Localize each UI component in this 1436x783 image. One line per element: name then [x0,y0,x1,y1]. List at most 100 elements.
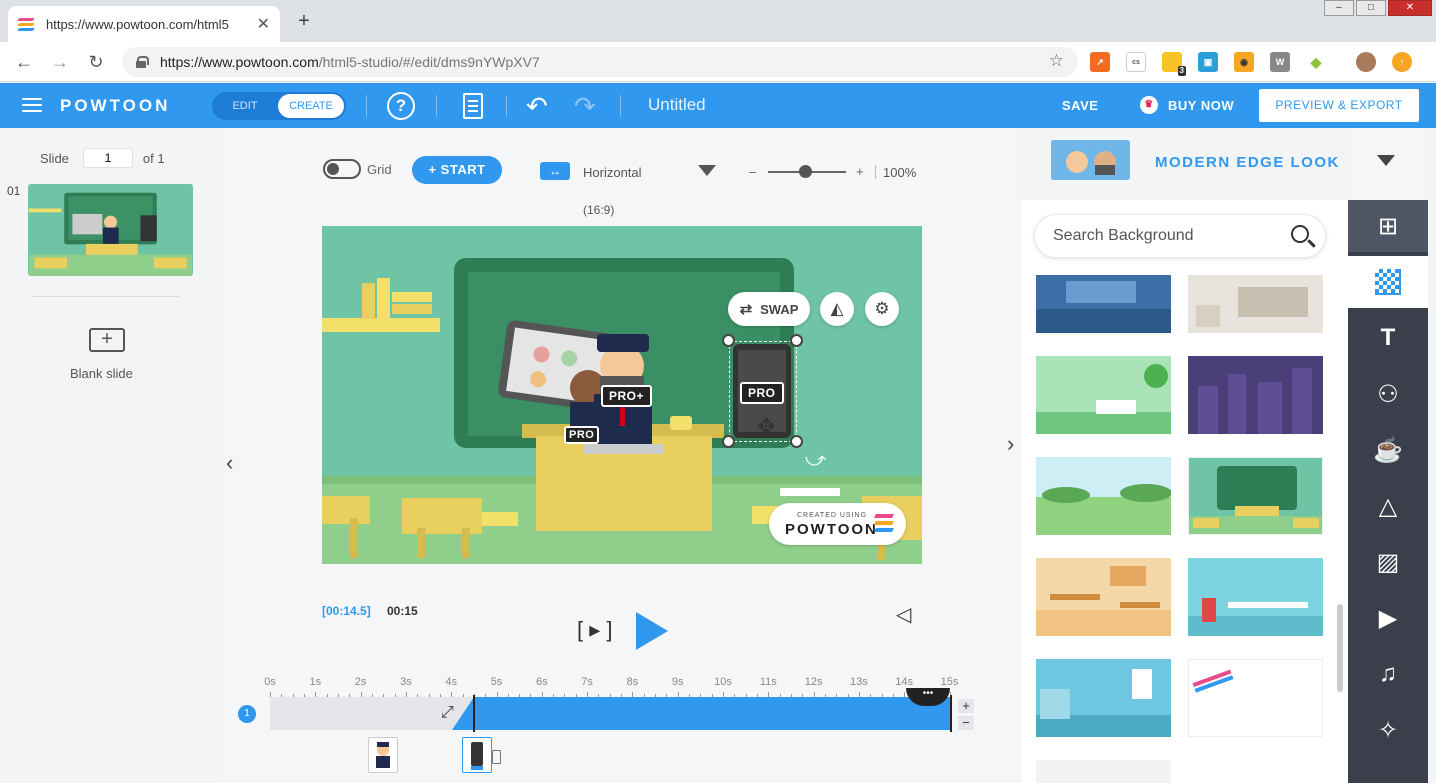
timeline-zoom-out-button[interactable]: − [958,716,974,730]
background-thumb[interactable] [1188,659,1323,737]
timeline-end-marker[interactable] [950,695,952,732]
mode-edit-button[interactable]: EDIT [212,92,278,120]
horizontal-orientation-icon[interactable]: ↔ [540,162,570,180]
music-icon[interactable]: ♫ [1348,648,1428,700]
timeline-zoom-in-button[interactable]: + [958,699,974,713]
special-effects-icon[interactable]: ✧ [1348,704,1428,756]
resize-handle-se[interactable] [790,435,803,448]
background-thumb[interactable] [1188,356,1323,434]
resize-handle-ne[interactable] [790,334,803,347]
slide-number-input[interactable] [82,148,133,168]
start-button[interactable]: + START [412,156,502,184]
document-title[interactable]: Untitled [648,95,706,115]
reload-icon[interactable]: ↻ [84,50,108,74]
grid-toggle[interactable] [323,159,361,179]
zoom-slider-handle[interactable] [799,165,812,178]
slide-thumbnail[interactable] [28,184,193,276]
timeline-tick-label: 1s [309,676,322,688]
preview-export-button[interactable]: PREVIEW & EXPORT [1259,89,1419,122]
new-tab-button[interactable]: + [292,10,316,34]
volume-icon[interactable]: ◁ [896,602,911,627]
mode-switch[interactable]: EDIT CREATE [212,92,346,120]
background-search[interactable] [1034,214,1326,258]
timeline-object-phone[interactable] [462,737,492,773]
resize-handle-nw[interactable] [722,334,735,347]
backgrounds-icon[interactable] [1348,256,1428,308]
images-icon[interactable]: ▨ [1348,536,1428,588]
expand-icon[interactable]: ⤢ [441,704,454,722]
timeline-tick-label: 5s [490,676,503,688]
text-icon[interactable]: T [1348,312,1428,364]
timeline-object-small[interactable] [492,750,501,764]
forward-icon[interactable]: → [48,50,72,74]
orientation-select[interactable]: Horizontal [583,165,642,180]
timeline-element-bar[interactable] [474,697,950,730]
characters-icon[interactable]: ⚇ [1348,368,1428,420]
background-thumb[interactable] [1036,356,1171,434]
mode-create-button[interactable]: CREATE [278,94,344,118]
collapse-right-arrow-icon[interactable]: › [1007,431,1014,457]
play-from-frame-icon[interactable]: [ ▸ ] [577,617,613,643]
browser-tab[interactable]: https://www.powtoon.com/html5 ✕ [8,6,280,42]
extension-note-icon[interactable]: 3 [1162,52,1186,76]
extension-w-icon[interactable]: W [1270,52,1290,72]
redo-icon[interactable]: ↷ [574,93,596,119]
buy-now-button[interactable]: ♛ BUY NOW [1140,96,1234,114]
extension-cs-icon[interactable]: cs [1126,52,1146,72]
extension-chart-icon[interactable]: ↗ [1090,52,1110,72]
extension-pin-icon[interactable]: ◆ [1306,52,1326,72]
minimize-button[interactable]: – [1324,0,1354,16]
shapes-icon[interactable]: △ [1348,480,1428,532]
save-button[interactable]: SAVE [1062,98,1098,113]
zoom-in-button[interactable]: + [856,164,864,179]
close-tab-icon[interactable]: ✕ [257,14,270,34]
help-icon[interactable]: ? [387,92,415,120]
background-thumb[interactable] [1036,457,1171,535]
chevron-down-icon[interactable] [698,165,716,176]
panel-scrollbar[interactable] [1337,604,1343,692]
pro-badge-partial: PRO [564,426,600,444]
play-icon[interactable] [636,612,668,650]
resize-handle-sw[interactable] [722,435,735,448]
timeline-enter-wedge[interactable] [452,697,474,730]
zoom-out-button[interactable]: – [749,164,756,179]
background-search-input[interactable] [1053,227,1273,245]
background-thumb[interactable] [1036,760,1171,783]
undo-icon[interactable]: ↶ [526,93,548,119]
timeline-object-teacher[interactable] [368,737,398,773]
notes-icon[interactable] [463,93,483,119]
style-avatar-image[interactable] [1051,140,1130,180]
rotate-handle-icon[interactable]: ⤻ [805,449,826,472]
address-bar[interactable]: https://www.powtoon.com /html5-studio/#/… [122,47,1078,77]
add-slide-icon[interactable]: + [89,328,125,352]
background-thumb[interactable] [1036,275,1171,333]
profile-avatar[interactable] [1356,52,1376,72]
back-icon[interactable]: ← [12,50,36,74]
menu-icon[interactable] [22,98,42,112]
style-chevron-down-icon[interactable] [1377,155,1395,166]
maximize-button[interactable]: □ [1356,0,1386,16]
background-thumb[interactable] [1036,659,1171,737]
blank-slide-label[interactable]: Blank slide [70,366,133,381]
gear-icon[interactable]: ⚙ [865,292,899,326]
background-thumb[interactable] [1188,275,1323,333]
timeline-ruler[interactable]: 0s 1s 2s 3s 4s 5s 6s 7s 8s 9s 10s 11s 12s 13s 14s 15s [262,676,972,698]
timeline-playhead[interactable] [473,695,475,732]
background-thumb[interactable] [1036,558,1171,636]
extension-window-icon[interactable]: ▣ [1198,52,1218,72]
collapse-left-arrow-icon[interactable]: ‹ [226,450,233,476]
swap-button[interactable]: ⇄ SWAP [728,292,810,326]
extension-character-icon[interactable]: ◉ [1234,52,1254,72]
layout-icon[interactable]: ⊞ [1348,200,1428,252]
background-thumb[interactable] [1188,558,1323,636]
bookmark-star-icon[interactable]: ☆ [1049,51,1064,71]
close-window-button[interactable]: ✕ [1388,0,1432,16]
video-icon[interactable]: ▶ [1348,592,1428,644]
start-label: START [440,162,486,177]
flip-icon[interactable]: ◭ [820,292,854,326]
update-icon[interactable]: ↑ [1392,52,1412,72]
style-name[interactable]: MODERN EDGE LOOK [1155,154,1340,171]
search-icon[interactable] [1291,225,1309,243]
background-thumb-selected[interactable] [1188,457,1323,535]
props-icon[interactable]: ☕ [1348,424,1428,476]
